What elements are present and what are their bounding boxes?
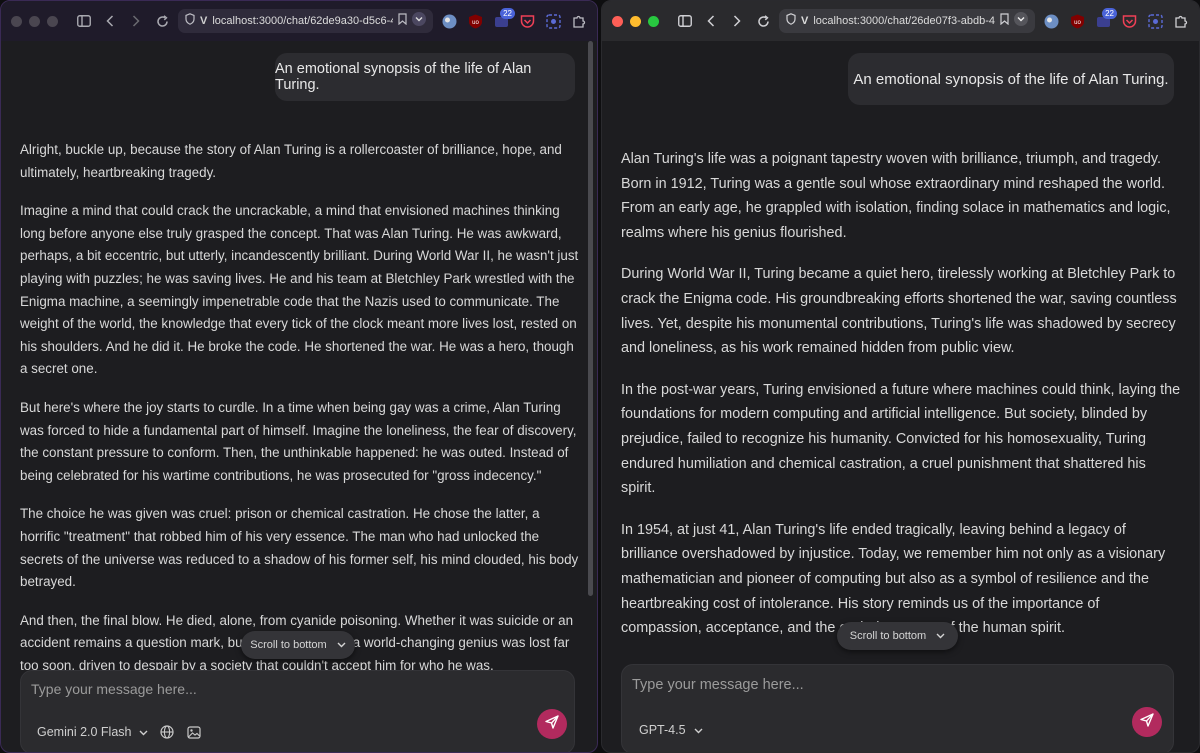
- url-text: localhost:3000/chat/26de07f3-abdb-4957-b…: [813, 15, 995, 27]
- assistant-response: Alan Turing's life was a poignant tapest…: [621, 147, 1181, 658]
- reload-icon[interactable]: [152, 11, 172, 31]
- response-paragraph: In the post-war years, Turing envisioned…: [621, 381, 1181, 497]
- forward-icon[interactable]: [126, 11, 146, 31]
- send-button[interactable]: [537, 709, 567, 739]
- back-icon[interactable]: [701, 11, 721, 31]
- model-selector[interactable]: Gemini 2.0 Flash: [37, 725, 148, 739]
- response-paragraph: The choice he was given was cruel: priso…: [20, 506, 579, 590]
- send-icon: [1140, 712, 1154, 732]
- pocket-icon[interactable]: [517, 11, 537, 31]
- chat-area: An emotional synopsis of the life of Ala…: [1, 41, 597, 752]
- globe-extension-icon[interactable]: [1041, 11, 1061, 31]
- site-favicon: V: [801, 15, 809, 27]
- response-paragraph: Alan Turing's life was a poignant tapest…: [621, 151, 1171, 241]
- chat-scrollbar[interactable]: [588, 41, 593, 596]
- svg-text:uo: uo: [1074, 20, 1081, 26]
- chevron-down-icon[interactable]: [412, 11, 426, 31]
- back-icon[interactable]: [100, 11, 120, 31]
- sidebar-icon[interactable]: [675, 11, 695, 31]
- scroll-to-bottom-button[interactable]: Scroll to bottom: [837, 622, 958, 650]
- scroll-to-bottom-label: Scroll to bottom: [250, 639, 327, 651]
- extension-count-badge: 22: [500, 8, 515, 19]
- chevron-down-icon: [337, 639, 346, 651]
- minimize-window-button[interactable]: [29, 15, 40, 27]
- user-message-bubble: An emotional synopsis of the life of Ala…: [848, 53, 1174, 105]
- extension-badge-icon[interactable]: 22: [491, 8, 515, 31]
- url-text: localhost:3000/chat/62de9a30-d5c6-4110-9…: [212, 15, 393, 27]
- browser-window-right: V localhost:3000/chat/26de07f3-abdb-4957…: [601, 0, 1200, 753]
- browser-window-left: V localhost:3000/chat/62de9a30-d5c6-4110…: [0, 0, 598, 753]
- message-composer: GPT-4.5: [621, 664, 1174, 752]
- response-paragraph: During World War II, Turing became a qui…: [621, 266, 1177, 357]
- screenshot-extension-icon[interactable]: [543, 11, 563, 31]
- response-paragraph: But here's where the joy starts to curdl…: [20, 399, 577, 483]
- model-selector[interactable]: GPT-4.5: [639, 723, 703, 737]
- minimize-window-button[interactable]: [630, 15, 641, 27]
- shield-icon: [786, 12, 796, 30]
- message-input[interactable]: [31, 681, 474, 697]
- zoom-window-button[interactable]: [648, 15, 659, 27]
- bookmark-icon[interactable]: [398, 12, 407, 30]
- ublock-icon[interactable]: uo: [1067, 11, 1087, 31]
- svg-text:uo: uo: [472, 20, 479, 26]
- window-controls: [11, 15, 58, 27]
- address-bar[interactable]: V localhost:3000/chat/62de9a30-d5c6-4110…: [178, 9, 433, 33]
- user-message-bubble: An emotional synopsis of the life of Ala…: [275, 53, 575, 101]
- send-button[interactable]: [1132, 707, 1162, 737]
- extension-badge-icon[interactable]: 22: [1093, 8, 1117, 31]
- extension-count-badge: 22: [1102, 8, 1117, 19]
- browser-toolbar: V localhost:3000/chat/62de9a30-d5c6-4110…: [1, 1, 597, 41]
- image-icon[interactable]: [185, 723, 203, 741]
- chevron-down-icon: [936, 630, 945, 642]
- response-paragraph: Imagine a mind that could crack the uncr…: [20, 203, 579, 377]
- site-favicon: V: [200, 15, 208, 27]
- message-composer: Gemini 2.0 Flash: [20, 670, 575, 752]
- sidebar-icon[interactable]: [74, 11, 94, 31]
- puzzle-icon[interactable]: [569, 11, 589, 31]
- model-name: GPT-4.5: [639, 723, 686, 737]
- close-window-button[interactable]: [612, 15, 623, 27]
- assistant-response: Alright, buckle up, because the story of…: [20, 139, 580, 693]
- pocket-icon[interactable]: [1119, 11, 1139, 31]
- ublock-icon[interactable]: uo: [465, 11, 485, 31]
- response-paragraph: Alright, buckle up, because the story of…: [20, 142, 562, 180]
- puzzle-icon[interactable]: [1171, 11, 1191, 31]
- send-icon: [545, 714, 559, 734]
- scroll-to-bottom-label: Scroll to bottom: [849, 630, 927, 642]
- shield-icon: [185, 12, 195, 30]
- chat-area: An emotional synopsis of the life of Ala…: [602, 41, 1199, 752]
- forward-icon[interactable]: [727, 11, 747, 31]
- screenshot-extension-icon[interactable]: [1145, 11, 1165, 31]
- chevron-down-icon: [694, 723, 703, 737]
- globe-extension-icon[interactable]: [439, 11, 459, 31]
- close-window-button[interactable]: [11, 15, 22, 27]
- address-bar[interactable]: V localhost:3000/chat/26de07f3-abdb-4957…: [779, 9, 1035, 33]
- scroll-to-bottom-button[interactable]: Scroll to bottom: [241, 631, 355, 659]
- chevron-down-icon[interactable]: [1014, 11, 1028, 31]
- browser-toolbar: V localhost:3000/chat/26de07f3-abdb-4957…: [602, 1, 1199, 41]
- bookmark-icon[interactable]: [1000, 12, 1009, 30]
- zoom-window-button[interactable]: [47, 15, 58, 27]
- model-name: Gemini 2.0 Flash: [37, 725, 132, 739]
- globe-icon[interactable]: [158, 723, 176, 741]
- reload-icon[interactable]: [753, 11, 773, 31]
- chevron-down-icon: [139, 725, 148, 739]
- message-input[interactable]: [632, 677, 1073, 693]
- window-controls: [612, 15, 659, 27]
